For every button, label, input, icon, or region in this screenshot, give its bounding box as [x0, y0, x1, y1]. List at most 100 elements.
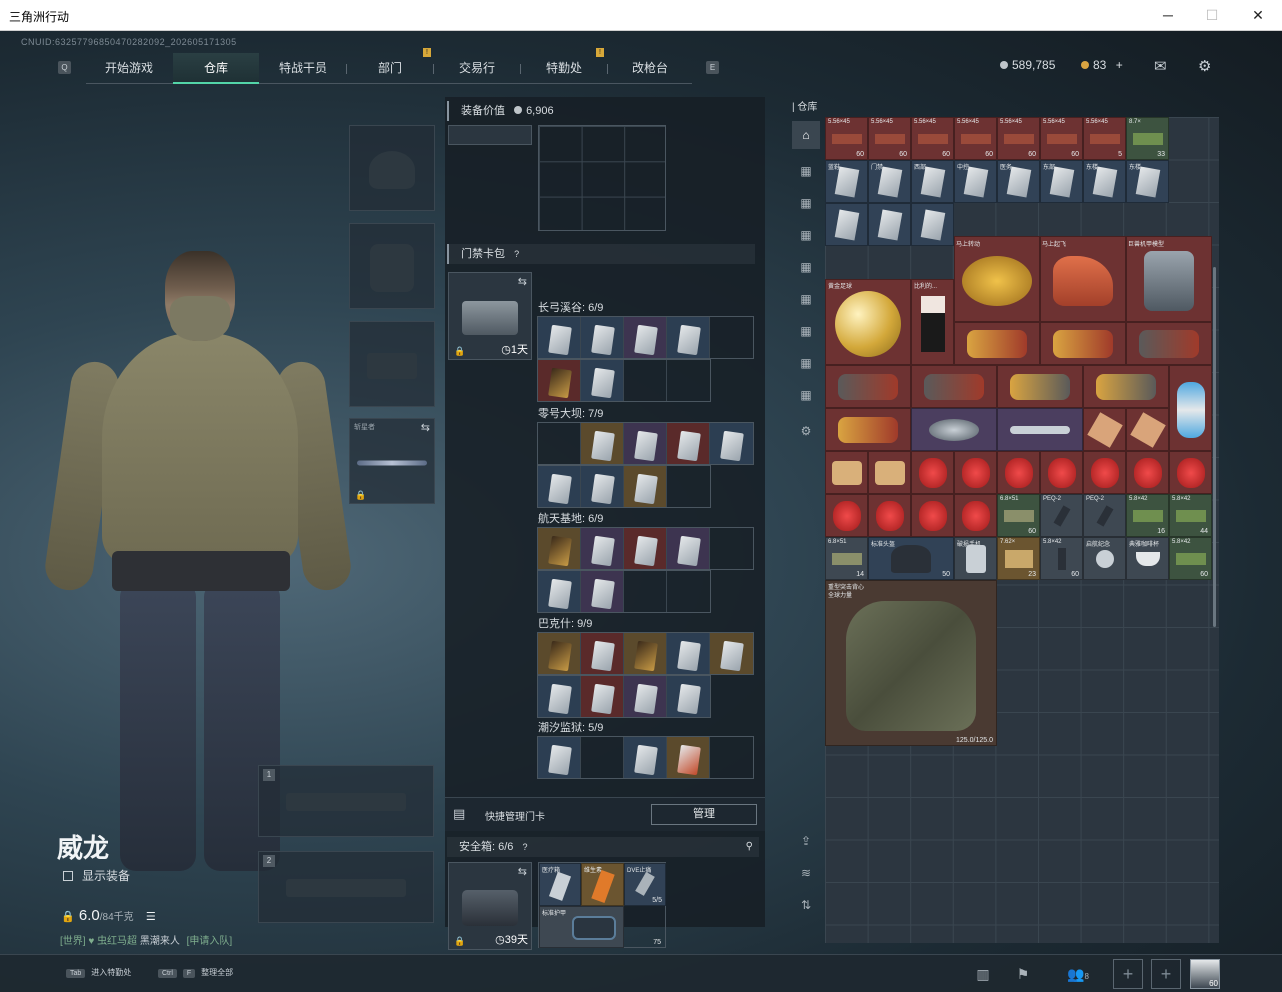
secondary-weapon-slot[interactable]: 2 [258, 851, 434, 923]
red-mask-item[interactable] [1083, 451, 1126, 494]
helmet-slot[interactable] [349, 125, 435, 211]
red-mask-item[interactable] [911, 494, 954, 537]
keycard-item[interactable] [667, 676, 710, 717]
player-avatar[interactable]: 60 [1190, 959, 1220, 989]
toy-item[interactable] [1126, 322, 1212, 365]
tab-operators[interactable]: 特战干员 [260, 53, 346, 84]
red-mask-item[interactable] [997, 451, 1040, 494]
keycard-item[interactable] [667, 528, 710, 569]
stash-tab-icon[interactable]: ▦ [796, 193, 816, 213]
safe-box-slot[interactable]: ⇆ 🔒 ◷39天 [448, 862, 532, 950]
keycard-item[interactable] [538, 633, 581, 674]
stash-tab-icon[interactable]: ▦ [796, 225, 816, 245]
map-scroll-item[interactable] [1126, 408, 1169, 451]
stash-tab-icon[interactable]: ▦ [796, 289, 816, 309]
red-mask-item[interactable] [954, 494, 997, 537]
coffee-cup-item[interactable]: 典雅咖啡杯 [1126, 537, 1169, 580]
keycard-empty[interactable] [581, 737, 624, 778]
layers-icon[interactable]: ≋ [796, 863, 816, 883]
toy-item[interactable] [1040, 322, 1126, 365]
tab-department[interactable]: 部门 [347, 53, 433, 84]
stash-tab-icon[interactable]: ▦ [796, 385, 816, 405]
keycard-empty[interactable] [710, 317, 753, 358]
stash-tab-icon[interactable]: ▦ [796, 321, 816, 341]
keycard-item[interactable] [667, 317, 710, 358]
safe-item[interactable]: 维生素 [581, 863, 624, 906]
ammo-item[interactable]: 5.56×45 60 [1040, 117, 1083, 160]
close-button[interactable]: ✕ [1235, 0, 1281, 31]
helmet-item[interactable]: 标准头盔 50 [868, 537, 954, 580]
red-mask-item[interactable] [911, 451, 954, 494]
add-bond-button[interactable]: + [1116, 58, 1123, 72]
keycard-empty[interactable] [710, 737, 753, 778]
chat-channel[interactable]: [世界] [60, 936, 86, 947]
list-icon[interactable]: ☰ [146, 911, 156, 923]
keycard-item[interactable] [538, 571, 581, 612]
keycard-item[interactable]: 西部 [911, 160, 954, 203]
stash-settings-icon[interactable]: ⚙ [796, 421, 816, 441]
spider-toy-item[interactable] [911, 408, 997, 451]
keycard-item[interactable] [581, 317, 624, 358]
keycard-item[interactable] [624, 317, 667, 358]
invite-slot-button[interactable]: + [1113, 959, 1143, 989]
golden-hat-item[interactable] [954, 236, 1040, 322]
ammo-item[interactable]: 5.8×42 60 [1040, 537, 1083, 580]
keycard-item[interactable] [624, 676, 667, 717]
laser-item[interactable]: PEQ-2 [1083, 494, 1126, 537]
keycard-empty[interactable] [710, 528, 753, 569]
settings-gear-icon[interactable]: ⚙ [1198, 57, 1211, 75]
keycard-item[interactable] [538, 737, 581, 778]
chat-player[interactable]: 虫红马超 [97, 936, 137, 947]
keycard-item[interactable] [624, 737, 667, 778]
keycard-item[interactable] [667, 633, 710, 674]
ammo-item[interactable]: 8.7× 33 [1126, 117, 1169, 160]
laser-item[interactable]: PEQ-2 [1040, 494, 1083, 537]
ammo-item[interactable]: 6.8×51 60 [997, 494, 1040, 537]
nav-left-key[interactable]: Q [58, 61, 71, 74]
keycard-item[interactable] [581, 633, 624, 674]
keycard-item[interactable] [868, 203, 911, 246]
keycard-item[interactable] [581, 528, 624, 569]
keycard-item[interactable] [581, 423, 624, 464]
ammo-item[interactable]: 5.8×42 16 [1126, 494, 1169, 537]
manage-button[interactable]: 管理 [651, 804, 757, 825]
ammo-item[interactable]: 6.8×51 14 [825, 537, 868, 580]
toy-item[interactable] [997, 365, 1083, 408]
keycard-item[interactable] [710, 633, 753, 674]
ammo-item[interactable]: 7.62× 23 [997, 537, 1040, 580]
keycard-item[interactable] [624, 423, 667, 464]
keycard-item[interactable]: 蓝鞋 [825, 160, 868, 203]
hint-sort-all[interactable]: Ctrl F 整理全部 [158, 967, 233, 978]
keycard-empty[interactable] [624, 360, 667, 401]
keycard-item[interactable] [624, 528, 667, 569]
hint-enter-special-ops[interactable]: Tab 进入特勤处 [66, 967, 131, 978]
keycard-item[interactable] [624, 633, 667, 674]
keycard-item[interactable]: 东部 [1040, 160, 1083, 203]
red-mask-item[interactable] [1169, 451, 1212, 494]
keycard-item[interactable]: 中控 [954, 160, 997, 203]
stash-home-icon[interactable]: ⌂ [792, 121, 820, 149]
keycard-item[interactable] [538, 317, 581, 358]
ammo-item[interactable]: 5.56×45 60 [868, 117, 911, 160]
pin-icon[interactable]: ⚲ [746, 837, 753, 857]
stash-tab-icon[interactable]: ▦ [796, 257, 816, 277]
stash-tab-icon[interactable]: ▦ [796, 161, 816, 181]
toy-horse-item[interactable] [1040, 236, 1126, 322]
ammo-item[interactable]: 5.56×45 60 [954, 117, 997, 160]
sort-icon[interactable]: ⇅ [796, 895, 816, 915]
keycard-item[interactable]: 医务 [997, 160, 1040, 203]
keycard-item[interactable] [710, 423, 753, 464]
help-icon[interactable]: ? [514, 249, 519, 259]
stats-chart-icon[interactable]: ▥ [972, 963, 994, 985]
team-icon[interactable]: 👥8 [1060, 963, 1096, 985]
keycard-empty[interactable] [667, 571, 710, 612]
red-mask-item[interactable] [868, 494, 911, 537]
red-mask-item[interactable] [1040, 451, 1083, 494]
safe-item[interactable]: DVE止痛 5/5 [624, 863, 666, 906]
sandbag-item[interactable] [868, 451, 911, 494]
keycard-item[interactable] [581, 571, 624, 612]
safe-item[interactable]: 标准护甲 75 [539, 906, 661, 948]
swap-icon[interactable]: ⇆ [421, 421, 430, 434]
keycard-item[interactable] [581, 466, 624, 507]
tab-trading[interactable]: 交易行 [434, 53, 520, 84]
